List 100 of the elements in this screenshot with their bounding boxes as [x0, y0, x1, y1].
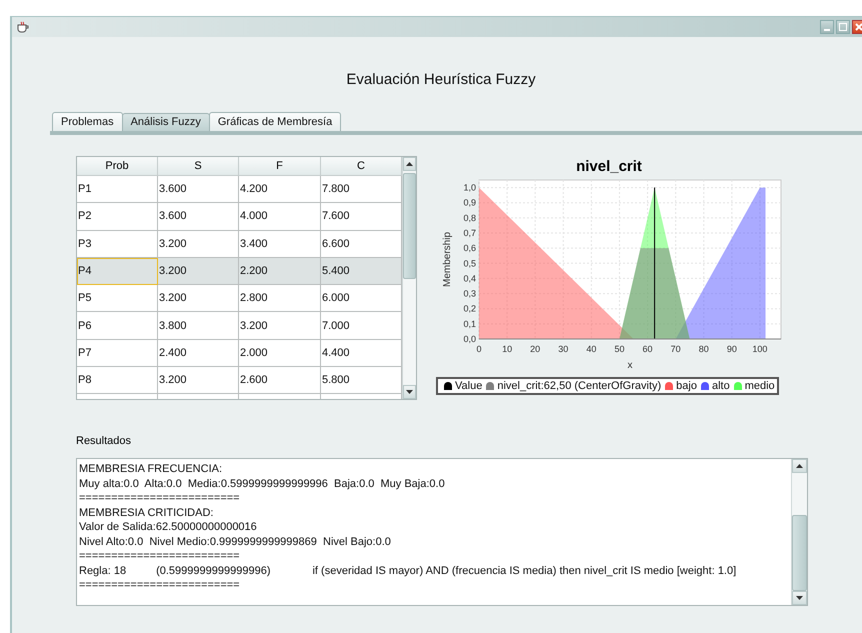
x-axis-label: x	[628, 360, 632, 371]
axis-tick-label: 80	[698, 344, 709, 354]
axis-tick-label: 0,0	[463, 334, 476, 344]
table-cell[interactable]: 4.200	[239, 176, 321, 204]
caret-up-icon	[406, 162, 413, 166]
table-cell[interactable]: P4	[77, 258, 158, 286]
result-text: MEMBRESIA CRITICIDAD:	[79, 506, 214, 520]
axis-tick-label: 0,8	[463, 212, 476, 223]
y-axis-label: Membership	[442, 232, 453, 288]
table-cell[interactable]: P3	[77, 230, 158, 258]
axis-tick-label: 30	[558, 344, 568, 354]
close-icon	[854, 22, 862, 32]
table-cell[interactable]: 2.800	[239, 285, 321, 312]
axis-tick-label: 0,6	[463, 243, 476, 254]
results-text-area[interactable]	[76, 458, 808, 606]
table-cell[interactable]: P8	[77, 367, 158, 394]
caret-up-icon	[796, 464, 803, 468]
result-text: Valor de Salida:62.50000000000016	[79, 520, 257, 534]
table-cell[interactable]: 3.200	[158, 230, 239, 258]
result-text: if (severidad IS mayor) AND (frecuencia IS media) then nivel_crit IS medio [weight: 1.0]	[312, 564, 736, 578]
axis-tick-label: 0,2	[463, 304, 476, 314]
table-cell[interactable]: 2.600	[239, 367, 321, 394]
tab[interactable]: Análisis Fuzzy	[122, 113, 210, 131]
table-cell[interactable]: 3.200	[158, 367, 239, 394]
table-cell[interactable]: 5.400	[321, 258, 402, 286]
axis-tick-label: 70	[670, 344, 681, 354]
table-cell[interactable]: 3.600	[158, 176, 239, 204]
results-label: Resultados	[76, 435, 132, 447]
axis-tick-label: 0,1	[463, 318, 476, 329]
axis-tick-label: 0,4	[463, 273, 476, 284]
window-heading: Evaluación Heurística Fuzzy	[346, 71, 536, 88]
scroll-up-button[interactable]	[403, 157, 416, 171]
table-cell[interactable]: 3.200	[239, 312, 321, 340]
chart-title: nivel_crit	[576, 158, 642, 175]
table-cell[interactable]: 7.000	[321, 312, 402, 340]
legend-label: alto	[712, 380, 730, 392]
table-cell[interactable]: 3.200	[158, 258, 239, 286]
table-cell[interactable]: 3.600	[158, 203, 239, 231]
minimize-icon	[824, 29, 830, 31]
result-text: Nivel Alto:0.0 Nivel Medio:0.9999999999999869 Nivel Bajo:0.0	[79, 534, 391, 549]
table-cell[interactable]: 3.200	[158, 285, 239, 312]
axis-tick-label: 90	[726, 344, 737, 354]
result-text: MEMBRESIA FRECUENCIA:	[79, 462, 222, 476]
result-text: Regla: 18	[79, 564, 126, 578]
table-cell[interactable]: P1	[77, 176, 158, 204]
scrollbar[interactable]	[791, 459, 807, 605]
tab[interactable]: Problemas	[52, 112, 123, 131]
table-cell[interactable]: 5.800	[321, 367, 402, 394]
table-cell[interactable]: P5	[77, 285, 158, 312]
axis-tick-label: 1,0	[463, 182, 476, 193]
caret-down-icon	[796, 596, 803, 600]
legend-label: nivel_crit:62,50 (CenterOfGravity)	[497, 380, 662, 392]
table-cell[interactable]: 4.000	[239, 203, 321, 231]
maximize-icon	[838, 22, 848, 32]
axis-tick-label: 40	[586, 344, 596, 354]
column-header[interactable]: S	[158, 157, 239, 176]
axis-tick-label: 10	[502, 344, 512, 354]
table-cell[interactable]: 3.400	[239, 230, 321, 258]
table-cell[interactable]: P6	[77, 312, 158, 340]
tab[interactable]: Gráficas de Membresía	[208, 112, 342, 131]
table-cell[interactable]: 2.400	[158, 340, 239, 368]
result-text: (0.5999999999999996)	[156, 564, 270, 578]
result-text: =========================	[79, 491, 240, 506]
cup-icon	[16, 21, 30, 33]
result-text: Muy alta:0.0 Alta:0.0 Media:0.5999999999999996 Baja:0.0 Muy Baja:0.0	[79, 476, 445, 491]
legend-label: Value	[455, 380, 482, 392]
caret-down-icon	[406, 390, 413, 394]
axis-tick-label: 60	[642, 344, 653, 354]
axis-tick-label: 0,7	[463, 228, 476, 238]
column-header[interactable]: Prob	[77, 157, 158, 176]
column-header[interactable]: C	[321, 157, 402, 176]
scroll-thumb[interactable]	[403, 173, 416, 279]
scroll-thumb[interactable]	[792, 515, 807, 591]
axis-tick-label: 0,3	[463, 288, 476, 299]
table-cell[interactable]: 4.400	[321, 340, 402, 368]
result-text: =========================	[79, 578, 240, 592]
scroll-up-button[interactable]	[792, 459, 807, 473]
table-cell[interactable]: 6.600	[321, 230, 402, 258]
table-cell[interactable]: 7.600	[321, 203, 402, 231]
scroll-down-button[interactable]	[403, 385, 416, 399]
table-cell[interactable]: P7	[77, 340, 158, 368]
axis-tick-label: 0	[476, 344, 482, 354]
table-cell[interactable]: 6.000	[321, 285, 402, 312]
close-button[interactable]	[852, 20, 862, 34]
axis-tick-label: 0,9	[463, 198, 476, 208]
column-header[interactable]: F	[239, 157, 321, 176]
axis-tick-label: 50	[614, 344, 624, 354]
table-cell[interactable]: P2	[77, 203, 158, 231]
axis-tick-label: 0,5	[463, 258, 476, 268]
table-cell[interactable]: 2.000	[239, 340, 321, 368]
legend-label: medio	[744, 380, 775, 392]
result-text: =========================	[79, 549, 240, 564]
table-cell[interactable]: 3.800	[158, 312, 239, 340]
axis-tick-label: 100	[752, 344, 768, 354]
table-cell[interactable]: 7.800	[321, 176, 402, 204]
legend-label: bajo	[676, 380, 697, 392]
axis-tick-label: 20	[530, 344, 540, 354]
table-cell[interactable]: 2.200	[239, 258, 321, 286]
scrollbar[interactable]	[402, 157, 416, 399]
scroll-down-button[interactable]	[792, 591, 807, 605]
